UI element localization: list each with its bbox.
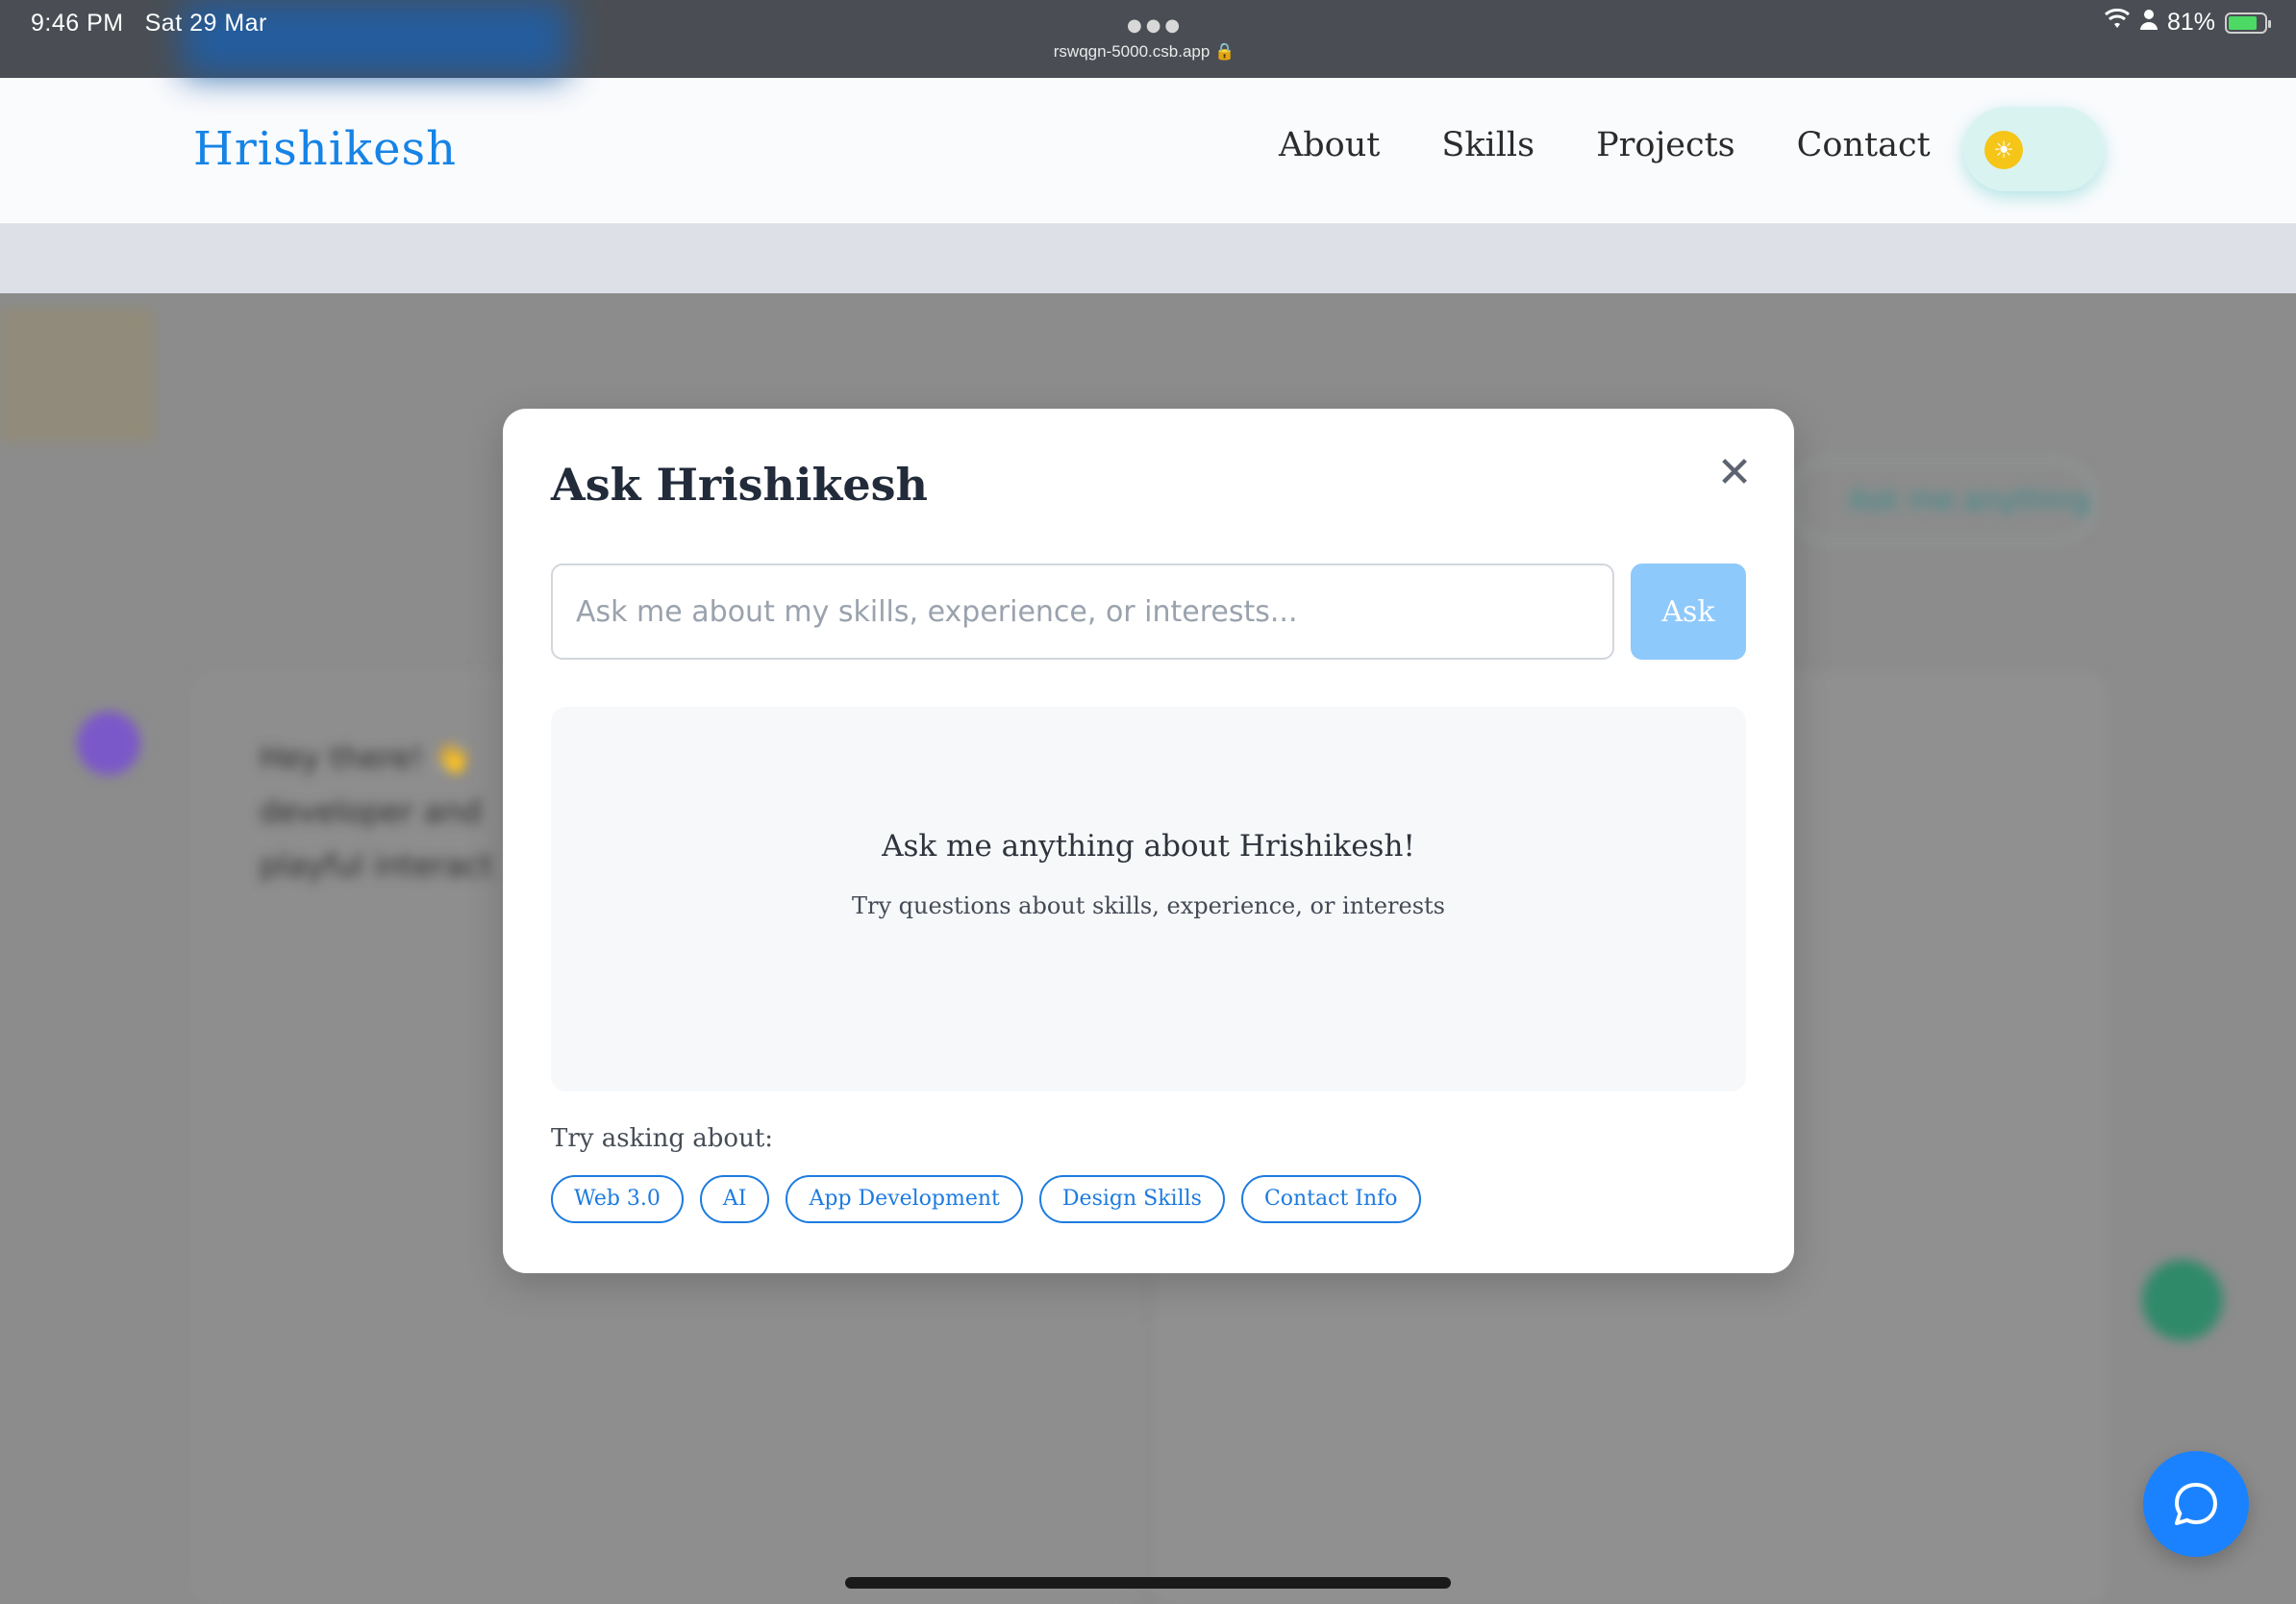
intro-line: playful interact: [260, 847, 493, 884]
ask-input[interactable]: [551, 564, 1614, 660]
decorative-circle: [2142, 1260, 2223, 1341]
chip-app-development[interactable]: App Development: [786, 1175, 1023, 1223]
nav-contact[interactable]: Contact: [1797, 126, 1931, 164]
chip-contact-info[interactable]: Contact Info: [1240, 1175, 1421, 1223]
date-text: Sat 29 Mar: [144, 10, 267, 37]
home-indicator: [845, 1577, 1451, 1589]
status-time: 9:46 PM Sat 29 Mar: [31, 10, 267, 38]
url-text: rswqgn-5000.csb.app: [1053, 42, 1210, 61]
chat-bubble-icon: [2175, 1483, 2217, 1525]
decorative-blob: [0, 308, 154, 442]
time-text: 9:46 PM: [31, 10, 124, 37]
subheader-bar: [0, 224, 2296, 293]
status-right: 81%: [2104, 8, 2271, 37]
page: 9:46 PM Sat 29 Mar ●●● rswqgn-5000.csb.ap…: [0, 0, 2296, 1604]
chip-ai[interactable]: AI: [699, 1175, 770, 1223]
empty-state-headline: Ask me anything about Hrishikesh!: [882, 829, 1415, 864]
answer-area: Ask me anything about Hrishikesh! Try qu…: [551, 707, 1746, 1091]
site-header: Hrishikesh About Skills Projects Contact…: [0, 78, 2296, 224]
intro-text: Hey there! 👋 developer and playful inter…: [260, 731, 493, 892]
close-icon[interactable]: ✕: [1710, 449, 1759, 497]
avatar: [77, 712, 140, 775]
ask-button[interactable]: Ask: [1631, 564, 1746, 660]
battery-icon: [2225, 12, 2271, 34]
nav-about[interactable]: About: [1279, 126, 1380, 164]
suggestion-chips: Web 3.0 AI App Development Design Skills…: [551, 1175, 1421, 1223]
ask-modal: Ask Hrishikesh ✕ Ask Ask me anything abo…: [503, 409, 1794, 1273]
chat-button[interactable]: [2143, 1451, 2249, 1557]
ask-me-anything-pill: Ask me anything: [1788, 460, 2096, 542]
empty-state-subtext: Try questions about skills, experience, …: [852, 892, 1445, 919]
nav-skills[interactable]: Skills: [1441, 126, 1535, 164]
nav-projects[interactable]: Projects: [1596, 126, 1735, 164]
site-logo[interactable]: Hrishikesh: [193, 122, 457, 176]
person-icon: [2139, 9, 2158, 37]
chip-web3[interactable]: Web 3.0: [551, 1175, 684, 1223]
intro-line: developer and: [260, 793, 482, 830]
wifi-icon: [2104, 8, 2131, 37]
suggestions-label: Try asking about:: [551, 1124, 774, 1153]
address-bar[interactable]: rswqgn-5000.csb.app 🔒: [1000, 42, 1288, 62]
intro-line: Hey there! 👋: [260, 739, 472, 776]
theme-toggle[interactable]: ☀: [1963, 107, 2104, 191]
main-nav: About Skills Projects Contact: [1279, 126, 1931, 164]
battery-percent: 81%: [2166, 9, 2215, 36]
chip-design-skills[interactable]: Design Skills: [1038, 1175, 1225, 1223]
dots-icon[interactable]: ●●●: [1127, 15, 1184, 36]
modal-title: Ask Hrishikesh: [551, 459, 928, 511]
lock-icon: 🔒: [1214, 42, 1235, 61]
status-bar: 9:46 PM Sat 29 Mar ●●● rswqgn-5000.csb.ap…: [0, 0, 2296, 78]
sun-icon: ☀: [1984, 131, 2023, 169]
